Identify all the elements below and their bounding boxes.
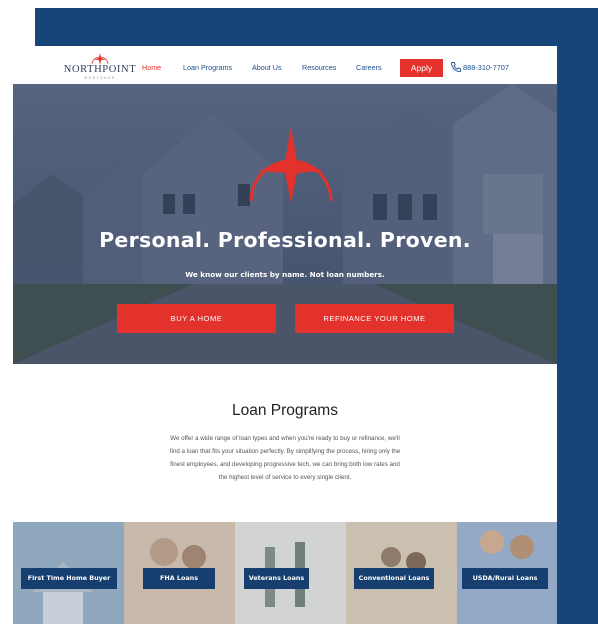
phone-number[interactable]: 888-310-7707: [463, 63, 509, 72]
tile-fha-loans[interactable]: FHA Loans: [124, 522, 235, 624]
first-time-home-buyer-button[interactable]: First Time Home Buyer: [21, 568, 117, 589]
nav-about-us[interactable]: About Us: [252, 63, 282, 72]
website-frame: NORTHPOINT MORTGAGE Home Loan Programs A…: [13, 46, 557, 624]
tile-veterans-loans[interactable]: Veterans Loans: [235, 522, 346, 624]
fha-loans-button[interactable]: FHA Loans: [143, 568, 215, 589]
hero-title: Personal. Professional. Proven.: [99, 228, 471, 252]
nav-careers[interactable]: Careers: [356, 63, 382, 72]
usda-rural-loans-button[interactable]: USDA/Rural Loans: [462, 568, 548, 589]
top-margin: [0, 0, 598, 8]
tile-conventional-loans[interactable]: Conventional Loans: [346, 522, 457, 624]
neighborhood-photo: [13, 84, 557, 364]
loan-programs-title: Loan Programs: [232, 402, 338, 419]
nav-home[interactable]: Home: [142, 63, 161, 72]
tile-usda-rural-loans[interactable]: USDA/Rural Loans: [457, 522, 557, 624]
conventional-loans-button[interactable]: Conventional Loans: [354, 568, 434, 589]
site-header: NORTHPOINT MORTGAGE Home Loan Programs A…: [13, 46, 557, 84]
veterans-loans-button[interactable]: Veterans Loans: [244, 568, 309, 589]
refinance-button[interactable]: REFINANCE YOUR HOME: [295, 304, 454, 333]
northpoint-logo[interactable]: NORTHPOINT MORTGAGE: [59, 53, 141, 81]
loan-programs-description: We offer a wide range of loan types and …: [169, 435, 401, 481]
nav-loan-programs[interactable]: Loan Programs: [183, 63, 232, 72]
hero-subtitle: We know our clients by name. Not loan nu…: [185, 270, 385, 279]
tile-first-time-home-buyer[interactable]: First Time Home Buyer: [13, 522, 124, 624]
logo-wordmark: NORTHPOINT: [63, 64, 137, 75]
hero-banner: Personal. Professional. Proven. We know …: [13, 84, 557, 364]
nav-resources[interactable]: Resources: [302, 63, 336, 72]
logo-subtitle: MORTGAGE: [84, 76, 116, 80]
apply-button[interactable]: Apply: [400, 59, 443, 77]
buy-a-home-button[interactable]: BUY A HOME: [117, 304, 276, 333]
loan-program-tiles: First Time Home Buyer FHA Loans Veterans…: [13, 522, 557, 624]
compass-star-emblem: [249, 127, 333, 203]
phone-icon: [451, 62, 462, 73]
